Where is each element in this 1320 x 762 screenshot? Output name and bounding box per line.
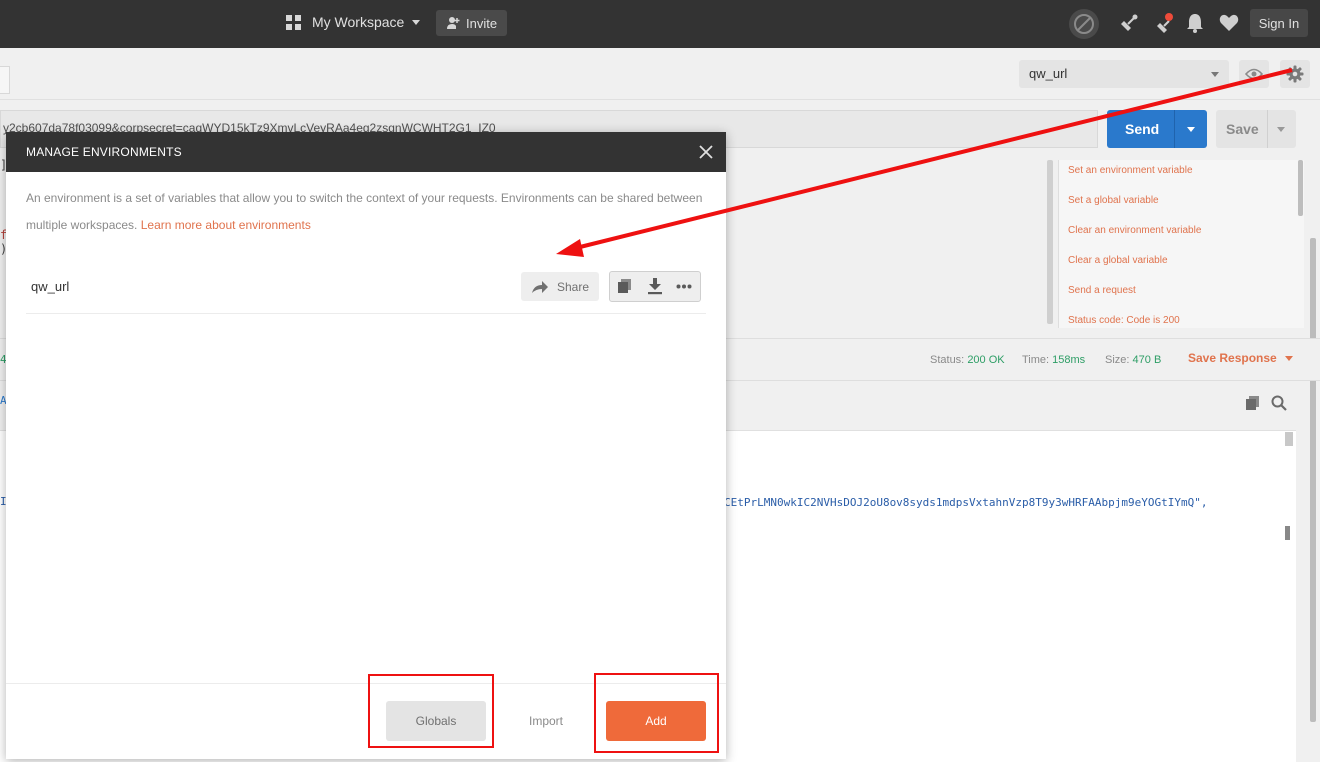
save-label: Save [1226, 121, 1259, 137]
save-divider [1267, 110, 1268, 148]
snippet-link[interactable]: Clear an environment variable [1068, 225, 1201, 236]
workspace-switcher[interactable]: My Workspace [286, 14, 421, 30]
snippets-panel: Set an environment variable Set a global… [1058, 160, 1304, 328]
response-size: Size: 470 B [1105, 354, 1161, 366]
page-scrollbar[interactable] [1310, 238, 1316, 722]
time-value: 158ms [1052, 354, 1086, 366]
chevron-down-icon [1284, 356, 1293, 362]
send-button[interactable]: Send [1107, 110, 1207, 148]
send-label: Send [1125, 121, 1160, 137]
workspace-label: My Workspace [312, 14, 405, 30]
snippet-link[interactable]: Clear a global variable [1068, 255, 1168, 266]
chevron-down-icon [412, 19, 421, 25]
annotation-highlight-globals [368, 674, 494, 748]
snippet-link[interactable]: Set an environment variable [1068, 165, 1193, 176]
environment-name[interactable]: qw_url [31, 279, 69, 294]
share-icon [532, 280, 548, 293]
close-button[interactable] [696, 142, 716, 162]
heart-icon[interactable] [1219, 14, 1239, 32]
environment-quick-look-button[interactable] [1239, 60, 1269, 88]
status-value: 200 OK [967, 354, 1005, 366]
invite-button[interactable]: Invite [436, 10, 507, 36]
response-scrollbar-top[interactable] [1285, 432, 1293, 446]
satellite-icon[interactable] [1118, 12, 1140, 34]
manage-environments-modal: MANAGE ENVIRONMENTS An environment is a … [6, 132, 726, 759]
description-text: An environment is a set of variables tha… [26, 191, 703, 232]
notification-icon[interactable] [1154, 12, 1176, 34]
modal-header: MANAGE ENVIRONMENTS [6, 132, 726, 172]
eye-icon [1245, 68, 1263, 80]
size-value: 470 B [1132, 354, 1162, 366]
status-label: Status: [930, 354, 965, 366]
gear-icon [1286, 65, 1304, 83]
share-label: Share [557, 279, 590, 294]
share-button[interactable]: Share [521, 272, 599, 301]
response-time: Time: 158ms [1022, 354, 1085, 366]
save-button[interactable]: Save [1216, 110, 1296, 148]
top-bar: My Workspace Invite Sign In [0, 0, 1320, 48]
send-divider [1174, 110, 1175, 148]
response-scrollbar-thumb[interactable] [1285, 526, 1290, 540]
save-response-label: Save Response [1188, 351, 1277, 365]
learn-more-link[interactable]: Learn more about environments [141, 218, 311, 232]
bell-icon[interactable] [1186, 12, 1204, 34]
response-status: Status: 200 OK [930, 354, 1005, 366]
copy-icon[interactable] [1245, 395, 1261, 411]
save-response-button[interactable]: Save Response [1188, 351, 1293, 365]
sync-off-icon[interactable] [1068, 8, 1100, 40]
request-tab[interactable] [0, 66, 10, 94]
chevron-down-icon [1211, 72, 1219, 77]
environment-select-value: qw_url [1029, 66, 1068, 81]
annotation-highlight-add [594, 673, 719, 753]
save-options-chevron-icon[interactable] [1277, 127, 1285, 132]
modal-description: An environment is a set of variables tha… [26, 185, 706, 239]
snippet-link[interactable]: Set a global variable [1068, 195, 1159, 206]
close-icon [699, 145, 713, 159]
more-icon[interactable] [676, 284, 692, 289]
search-icon[interactable] [1271, 395, 1287, 411]
snippet-link[interactable]: Status code: Code is 200 [1068, 315, 1180, 326]
environment-actions [609, 271, 701, 302]
grid-icon [286, 14, 301, 30]
send-options-chevron-icon[interactable] [1187, 127, 1195, 132]
download-icon[interactable] [647, 278, 663, 295]
editor-scrollbar[interactable] [1047, 160, 1053, 324]
modal-title: MANAGE ENVIRONMENTS [26, 145, 182, 159]
sign-in-button[interactable]: Sign In [1250, 9, 1308, 37]
snippets-scrollbar[interactable] [1298, 160, 1303, 216]
import-button[interactable]: Import [496, 701, 596, 741]
environment-row[interactable]: qw_url Share [26, 270, 706, 314]
size-label: Size: [1105, 354, 1130, 366]
invite-icon [447, 17, 460, 29]
response-token-text: CEtPrLMN0wkIC2NVHsDOJ2oU8ov8syds1mdpsVxt… [724, 496, 1208, 509]
environment-select[interactable]: qw_url [1019, 60, 1229, 88]
snippet-link[interactable]: Send a request [1068, 285, 1136, 296]
invite-label: Invite [466, 15, 498, 31]
time-label: Time: [1022, 354, 1050, 366]
copy-icon[interactable] [617, 278, 633, 294]
manage-environments-button[interactable] [1280, 60, 1310, 88]
